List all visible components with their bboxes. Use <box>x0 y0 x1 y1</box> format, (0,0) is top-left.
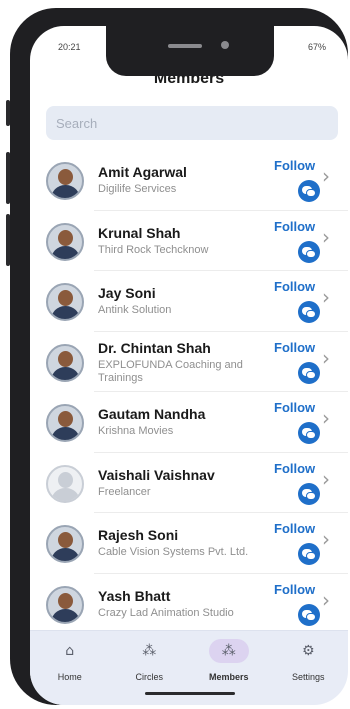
avatar-body <box>51 366 80 380</box>
chevron-right-icon[interactable]: › <box>322 406 330 430</box>
member-row[interactable]: Rajesh Soni Cable Vision Systems Pvt. Lt… <box>30 513 348 574</box>
chevron-right-icon[interactable]: › <box>322 467 330 491</box>
app-screen: 20:21 67% Members Amit Agarwal Digilife … <box>30 26 348 705</box>
avatar-body <box>51 487 80 501</box>
tab-label: Circles <box>135 672 163 682</box>
chat-icon[interactable] <box>298 301 320 323</box>
avatar-head <box>58 229 73 246</box>
avatar-head <box>58 471 73 488</box>
member-company: Cable Vision Systems Pvt. Ltd. <box>98 546 249 558</box>
chat-icon[interactable] <box>298 422 320 444</box>
home-indicator <box>145 692 235 695</box>
avatar <box>46 222 84 261</box>
member-row[interactable]: Dr. Chintan Shah EXPLOFUNDA Coaching and… <box>30 332 348 392</box>
circles-icon: ⁂ <box>142 643 157 659</box>
volume-up-button <box>6 152 10 204</box>
chat-icon[interactable] <box>298 482 320 505</box>
follow-button[interactable]: Follow <box>274 521 315 536</box>
member-name: Yash Bhatt <box>98 587 171 604</box>
avatar <box>46 464 84 503</box>
follow-button[interactable]: Follow <box>274 582 315 597</box>
follow-button[interactable]: Follow <box>274 461 315 476</box>
avatar <box>46 525 84 563</box>
member-list: Amit Agarwal Digilife Services Follow › … <box>30 150 348 634</box>
member-row[interactable]: Yash Bhatt Crazy Lad Animation Studio Fo… <box>30 574 348 634</box>
member-name: Amit Agarwal <box>98 164 187 180</box>
tab-settings[interactable]: ⚙ Settings <box>269 631 349 705</box>
chevron-right-icon[interactable]: › <box>322 346 330 370</box>
avatar <box>46 404 84 442</box>
follow-button[interactable]: Follow <box>274 158 315 173</box>
member-row[interactable]: Gautam Nandha Krishna Movies Follow › <box>30 392 348 453</box>
home-icon: ⌂ <box>65 643 75 659</box>
chevron-right-icon[interactable]: › <box>322 588 330 612</box>
avatar <box>46 283 84 321</box>
avatar-head <box>58 592 73 609</box>
avatar <box>46 585 84 624</box>
member-name: Rajesh Soni <box>98 527 179 543</box>
avatar-head <box>58 411 73 427</box>
member-company: Antink Solution <box>98 304 172 316</box>
front-camera <box>221 41 229 49</box>
avatar <box>46 343 84 382</box>
member-company: Third Rock Techcknow <box>98 243 209 256</box>
member-name: Krunal Shah <box>98 224 181 241</box>
avatar-body <box>51 306 80 319</box>
status-time: 20:21 <box>58 42 81 52</box>
member-name: Gautam Nandha <box>98 406 206 422</box>
avatar-body <box>51 185 80 198</box>
chat-icon[interactable] <box>298 361 320 384</box>
member-row[interactable]: Amit Agarwal Digilife Services Follow › <box>30 150 348 211</box>
chevron-right-icon[interactable]: › <box>322 285 330 309</box>
avatar-body <box>51 427 80 440</box>
member-name: Dr. Chintan Shah <box>98 339 211 356</box>
notch <box>106 26 274 76</box>
avatar <box>46 162 84 200</box>
member-row[interactable]: Vaishali Vaishnav Freelancer Follow › <box>30 453 348 513</box>
members-icon: ⁂ <box>221 643 236 659</box>
volume-down-button <box>6 214 10 266</box>
member-company: Krishna Movies <box>98 425 174 437</box>
mute-switch <box>6 100 10 126</box>
phone-frame: 20:21 67% Members Amit Agarwal Digilife … <box>6 8 348 705</box>
follow-button[interactable]: Follow <box>274 340 315 355</box>
chat-icon[interactable] <box>298 543 320 565</box>
member-company: Freelancer <box>98 485 151 498</box>
avatar-head <box>58 169 73 185</box>
battery-level: 67% <box>307 42 326 52</box>
avatar-body <box>51 548 80 561</box>
member-name: Vaishali Vaishnav <box>98 466 215 483</box>
follow-button[interactable]: Follow <box>274 219 315 234</box>
chevron-right-icon[interactable]: › <box>322 164 330 188</box>
member-company: Digilife Services <box>98 183 177 195</box>
search-input[interactable] <box>46 106 338 140</box>
speaker-grille <box>168 44 202 48</box>
chat-icon[interactable] <box>298 180 320 202</box>
chat-icon[interactable] <box>298 240 320 263</box>
follow-button[interactable]: Follow <box>274 279 315 294</box>
member-company: EXPLOFUNDA Coaching and Trainings <box>98 358 243 384</box>
tab-home[interactable]: ⌂ Home <box>30 631 110 705</box>
avatar-body <box>51 245 80 259</box>
member-row[interactable]: Krunal Shah Third Rock Techcknow Follow … <box>30 211 348 271</box>
avatar-body <box>51 608 80 622</box>
member-company: Crazy Lad Animation Studio <box>98 606 234 619</box>
chevron-right-icon[interactable]: › <box>322 527 330 551</box>
tab-label: Settings <box>291 672 325 682</box>
member-name: Jay Soni <box>98 285 156 301</box>
chat-icon[interactable] <box>298 603 320 626</box>
avatar-head <box>58 532 73 548</box>
avatar-head <box>58 350 73 367</box>
avatar-head <box>58 290 73 306</box>
tab-label: Members <box>208 672 249 682</box>
member-row[interactable]: Jay Soni Antink Solution Follow › <box>30 271 348 332</box>
chevron-right-icon[interactable]: › <box>322 225 330 249</box>
follow-button[interactable]: Follow <box>274 400 315 415</box>
tab-label: Home <box>57 672 82 682</box>
gear-icon: ⚙ <box>301 643 315 659</box>
